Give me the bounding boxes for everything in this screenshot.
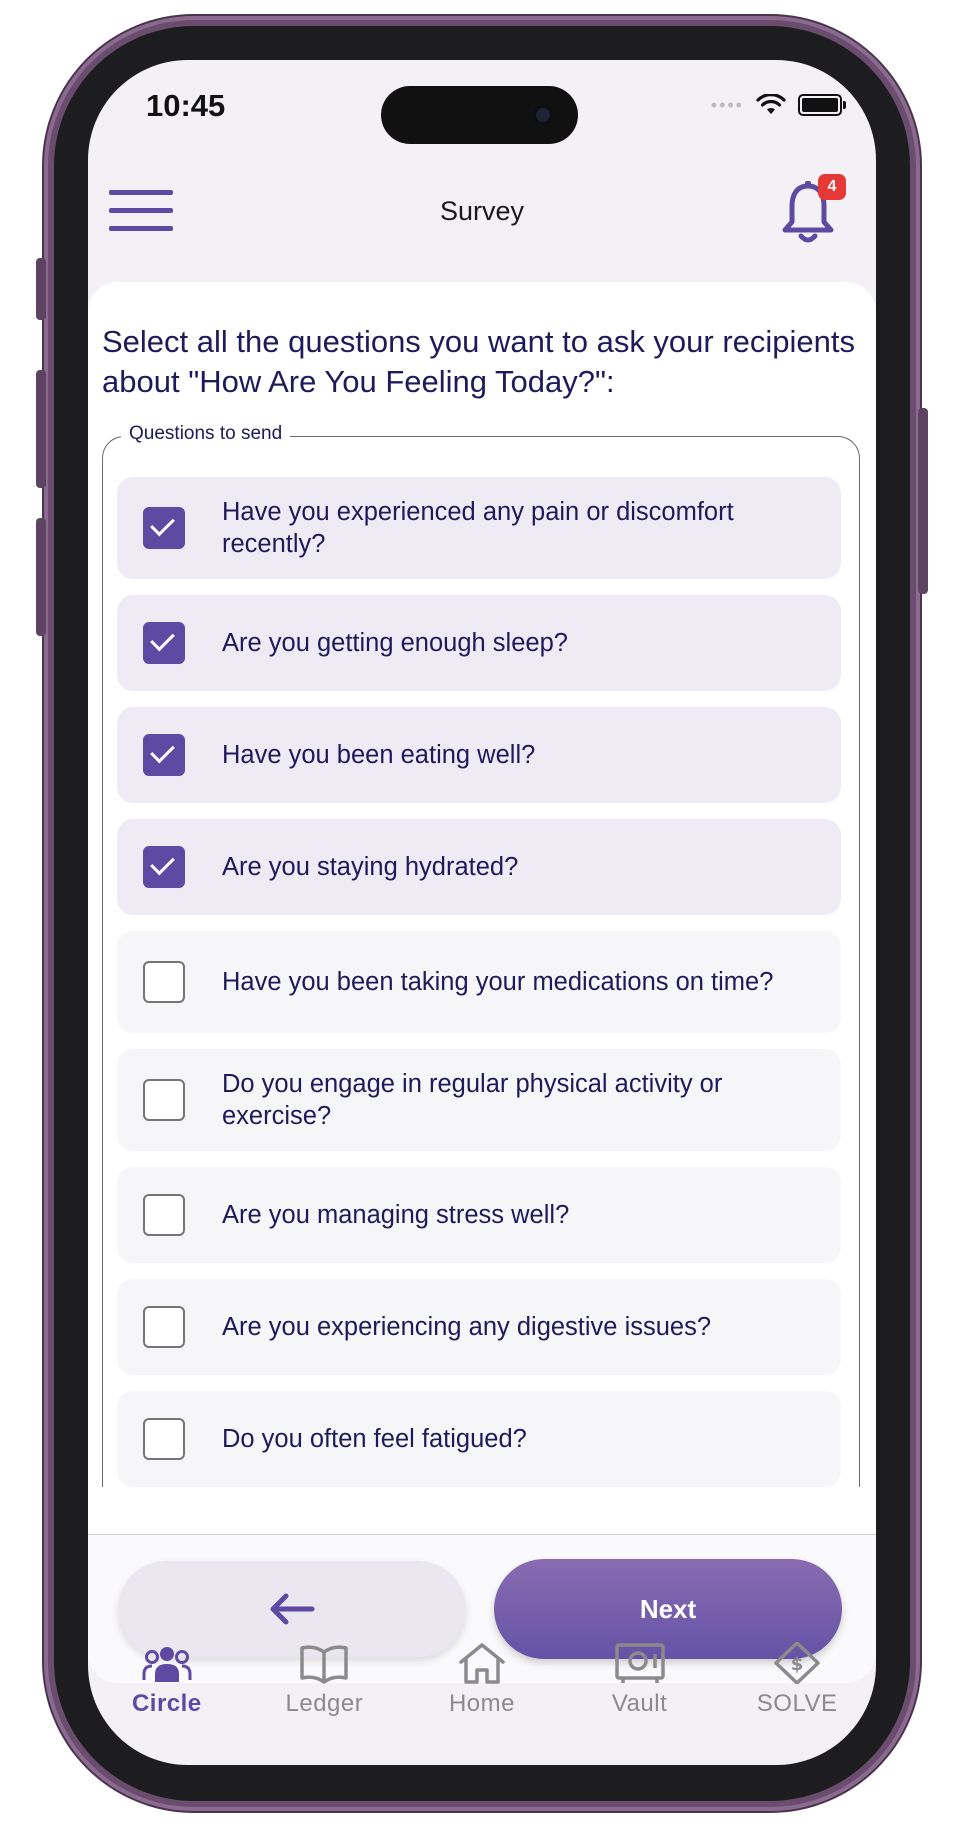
question-text: Have you been eating well? — [222, 741, 536, 769]
question-list: Have you experienced any pain or discomf… — [117, 477, 841, 1503]
safe-icon — [614, 1643, 665, 1683]
nav-label: Vault — [611, 1690, 668, 1717]
question-text: Have you experienced any pain or discomf… — [222, 498, 734, 558]
phone-volume-up — [36, 370, 46, 488]
nav-label: SOLVE — [756, 1690, 838, 1717]
nav-label: Ledger — [285, 1690, 364, 1717]
question-text: Are you getting enough sleep? — [222, 629, 568, 657]
question-text: Do you often feel fatigued? — [222, 1425, 527, 1453]
checkbox-checked[interactable] — [143, 734, 185, 776]
dynamic-island — [381, 86, 578, 144]
question-option[interactable]: Do you often feel fatigued? — [117, 1391, 841, 1487]
checkbox-unchecked[interactable] — [143, 1079, 185, 1121]
question-option[interactable]: Have you been taking your medications on… — [117, 931, 841, 1033]
status-time: 10:45 — [146, 88, 226, 123]
nav-item-circle[interactable]: Circle — [88, 1642, 246, 1752]
phone-power-button — [918, 408, 928, 594]
nav-label: Circle — [131, 1690, 202, 1717]
open-book-icon — [300, 1645, 349, 1684]
question-option[interactable]: Are you experiencing any digestive issue… — [117, 1279, 841, 1375]
checkbox-unchecked[interactable] — [143, 1418, 185, 1460]
question-option[interactable]: Have you been eating well? — [117, 707, 841, 803]
nav-label: Home — [448, 1690, 515, 1717]
checkbox-unchecked[interactable] — [143, 961, 185, 1003]
question-option[interactable]: Are you managing stress well? — [117, 1167, 841, 1263]
arrow-left-icon — [270, 1593, 315, 1625]
battery-icon — [798, 94, 846, 116]
question-text: Have you been taking your medications on… — [222, 968, 774, 996]
checkbox-checked[interactable] — [143, 846, 185, 888]
people-group-icon — [142, 1647, 192, 1682]
wifi-icon — [756, 94, 786, 114]
phone-volume-down — [36, 518, 46, 636]
notification-badge: 4 — [818, 174, 846, 200]
page-title: Survey — [439, 196, 525, 226]
fieldset-legend: Questions to send — [121, 423, 291, 445]
checkbox-unchecked[interactable] — [143, 1194, 185, 1236]
nav-item-home[interactable]: Home — [403, 1642, 561, 1752]
nav-item-ledger[interactable]: Ledger — [246, 1642, 404, 1752]
checkbox-checked[interactable] — [143, 622, 185, 664]
bottom-nav: Circle Ledger Home Vault $ SOLVE — [88, 1642, 876, 1752]
phone-silent-switch — [36, 258, 46, 320]
question-text: Are you experiencing any digestive issue… — [222, 1313, 712, 1341]
checkbox-checked[interactable] — [143, 507, 185, 549]
question-text: Are you staying hydrated? — [222, 853, 519, 881]
question-option[interactable]: Are you staying hydrated? — [117, 819, 841, 915]
house-icon — [459, 1643, 505, 1684]
survey-prompt: Select all the questions you want to ask… — [102, 324, 856, 399]
app-screen: 10:45 •••• Survey 4 Select all the quest… — [88, 60, 876, 1765]
question-text: Do you engage in regular physical activi… — [222, 1070, 723, 1130]
nav-item-solve[interactable]: $ SOLVE — [718, 1642, 876, 1752]
question-option[interactable]: Are you getting enough sleep? — [117, 595, 841, 691]
question-text: Are you managing stress well? — [222, 1201, 570, 1229]
questions-fieldset: Questions to send Have you experienced a… — [102, 423, 860, 1487]
nav-item-vault[interactable]: Vault — [561, 1642, 719, 1752]
svg-text:$: $ — [791, 1654, 804, 1675]
signal-dots-icon: •••• — [710, 94, 744, 115]
question-option[interactable]: Do you engage in regular physical activi… — [117, 1049, 841, 1151]
dollar-diamond-icon: $ — [774, 1642, 820, 1684]
checkbox-unchecked[interactable] — [143, 1306, 185, 1348]
notification-button[interactable]: 4 — [780, 174, 846, 250]
status-icons: •••• — [710, 94, 846, 116]
survey-card: Select all the questions you want to ask… — [88, 282, 876, 1683]
question-option[interactable]: Have you experienced any pain or discomf… — [117, 477, 841, 579]
front-camera — [532, 104, 554, 126]
